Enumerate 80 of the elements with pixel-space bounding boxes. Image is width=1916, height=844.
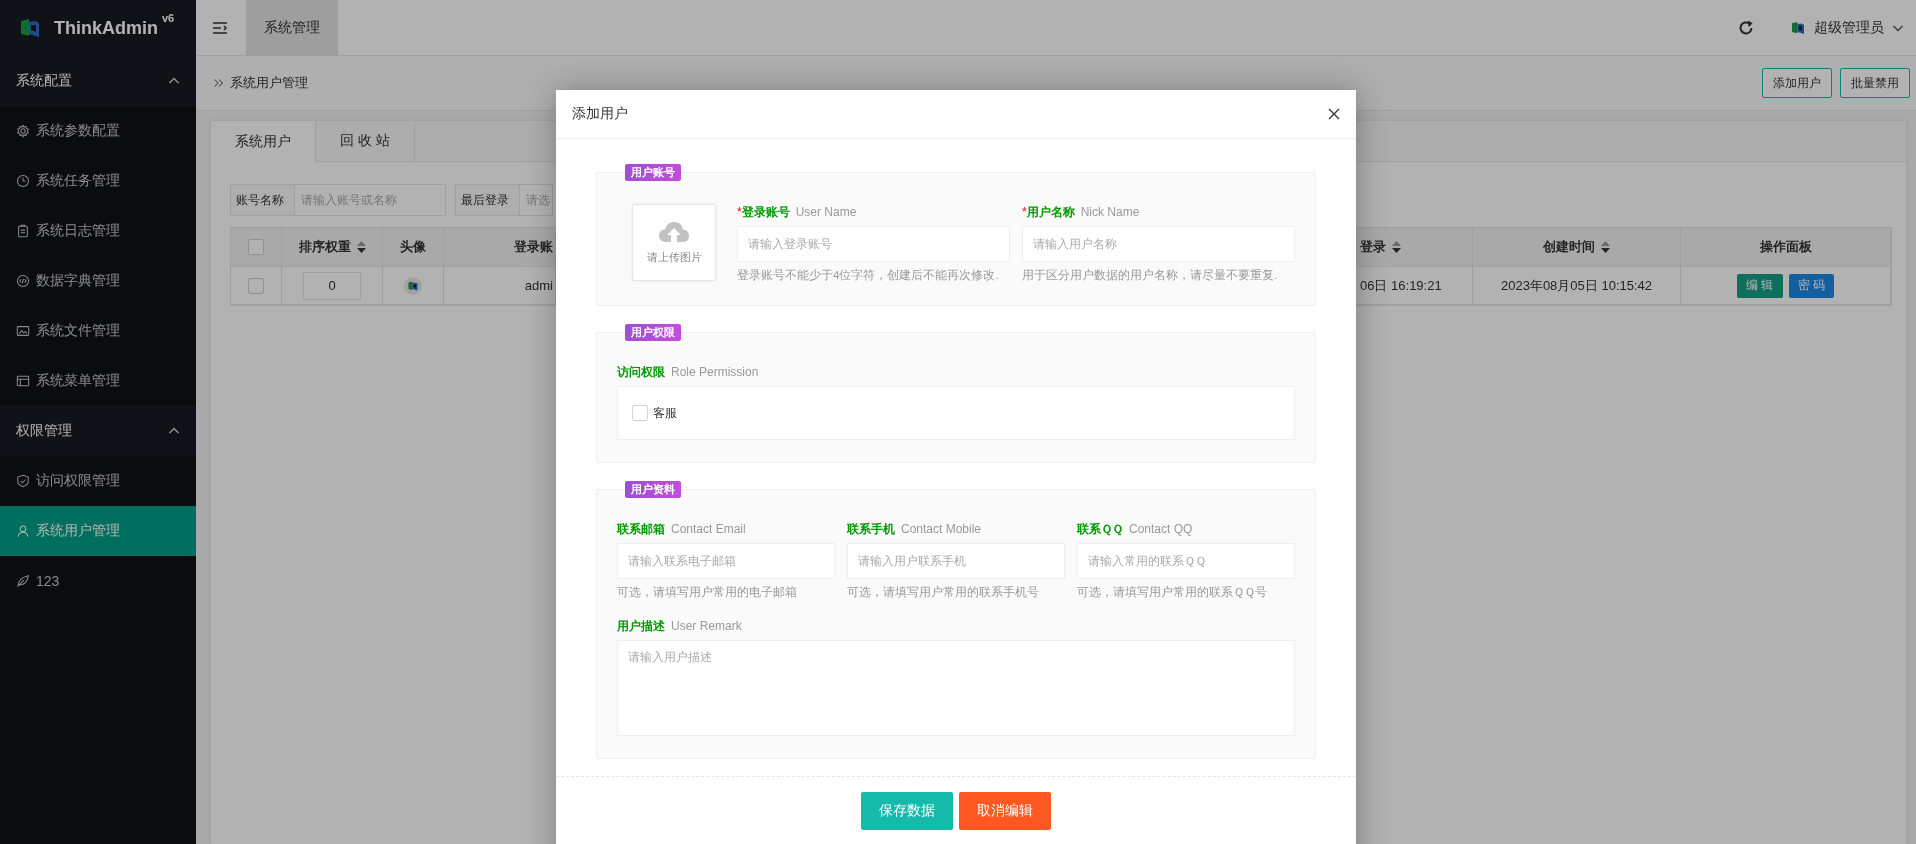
section-badge: 用户账号: [625, 164, 681, 181]
field-label: 用户描述: [617, 618, 665, 635]
column-header: 登录: [1360, 238, 1386, 256]
sidebar-item[interactable]: 123: [0, 556, 196, 606]
shield-icon: [16, 474, 30, 488]
image-icon: [16, 324, 30, 338]
required-mark: *: [737, 205, 742, 219]
field-hint: 登录账号不能少于4位字符，创建后不能再次修改.: [737, 268, 1000, 283]
clock-icon: [16, 174, 30, 188]
checkbox[interactable]: [248, 239, 264, 255]
refresh-icon[interactable]: [1738, 19, 1754, 36]
field-label: 用户名称: [1026, 204, 1075, 221]
field-sublabel: User Remark: [671, 619, 742, 633]
field-hint: 可选，请填写用户常用的联系手机号: [847, 585, 1040, 600]
sidebar-item[interactable]: 系统菜单管理: [0, 356, 196, 406]
column-header: 登录账: [514, 238, 553, 256]
toolbar-button[interactable]: 添加用户: [1762, 68, 1832, 98]
logo-icon: [18, 16, 42, 40]
column-header: 头像: [400, 238, 426, 256]
nav-tab[interactable]: 系统管理: [246, 0, 338, 56]
filter-label: 账号名称: [230, 184, 295, 216]
field-sublabel: Role Permission: [671, 365, 759, 379]
field-hint: 用于区分用户数据的用户名称，请尽量不要重复.: [1022, 268, 1279, 283]
checkbox[interactable]: [248, 277, 264, 294]
sidebar-item[interactable]: 系统用户管理: [0, 506, 196, 556]
sort-icon[interactable]: [356, 241, 366, 253]
gear-icon: [16, 124, 30, 138]
sidebar-item[interactable]: 访问权限管理: [0, 456, 196, 506]
sidebar-item[interactable]: 系统文件管理: [0, 306, 196, 356]
edit-button[interactable]: 编 辑: [1737, 273, 1783, 298]
sidebar-item[interactable]: 数据字典管理: [0, 256, 196, 306]
menu-icon[interactable]: [212, 20, 228, 35]
field-sublabel: Nick Name: [1080, 205, 1140, 219]
column-header: 创建时间: [1543, 238, 1595, 256]
field-label: 联系邮箱: [617, 521, 665, 538]
checkbox[interactable]: [632, 405, 648, 421]
cancel-button[interactable]: 取消编辑: [959, 792, 1051, 830]
close-icon[interactable]: [1328, 108, 1340, 120]
required-mark: *: [1022, 205, 1027, 219]
column-header: 排序权重: [298, 238, 351, 256]
breadcrumb: 系统用户管理: [230, 74, 308, 92]
field-sublabel: Contact Mobile: [901, 522, 982, 536]
table-cell: 2023年08月05日 10:15:42: [1473, 267, 1681, 305]
cloud-upload-icon: [658, 220, 690, 244]
sidebar-item[interactable]: 系统日志管理: [0, 206, 196, 256]
field-label: 联系手机: [847, 521, 895, 538]
field-sublabel: Contact QQ: [1129, 522, 1193, 536]
checkbox-label: 客服: [653, 404, 677, 422]
sidebar-group[interactable]: 权限管理: [0, 406, 196, 456]
window-icon: [16, 374, 30, 388]
user-menu[interactable]: 超级管理员: [1790, 18, 1904, 37]
dialog-title: 添加用户: [572, 105, 628, 123]
tab[interactable]: 回 收 站: [316, 121, 415, 161]
clipboard-icon: [16, 224, 30, 238]
section-badge: 用户资料: [625, 481, 681, 498]
section-badge: 用户权限: [625, 324, 681, 341]
double-chevron-icon: [212, 76, 226, 90]
column-header: 操作面板: [1759, 238, 1812, 256]
logo-icon: [1790, 19, 1806, 36]
field-hint: 可选，请填写用户常用的电子邮箱: [617, 585, 798, 600]
field-label: 联系ＱＱ: [1077, 521, 1123, 538]
toolbar-button[interactable]: 批量禁用: [1840, 68, 1910, 98]
field-label: 访问权限: [617, 364, 665, 381]
sidebar-item[interactable]: 系统任务管理: [0, 156, 196, 206]
code-icon: [16, 274, 30, 288]
filter-label: 最后登录: [455, 184, 520, 216]
field-sublabel: User Name: [795, 205, 857, 219]
sort-input[interactable]: 0: [303, 271, 361, 300]
tab[interactable]: 系统用户: [211, 121, 316, 162]
sort-icon[interactable]: [1601, 241, 1610, 253]
sidebar-item[interactable]: 系统参数配置: [0, 106, 196, 156]
sidebar-group[interactable]: 系统配置: [0, 56, 196, 106]
field-sublabel: Contact Email: [671, 522, 746, 536]
user-icon: [16, 524, 30, 538]
field-label: 登录账号: [741, 204, 790, 221]
password-button[interactable]: 密 码: [1788, 273, 1834, 298]
field-hint: 可选，请填写用户常用的联系ＱＱ号: [1077, 585, 1268, 600]
sort-icon[interactable]: [1392, 241, 1401, 253]
image-upload[interactable]: 请上传图片: [632, 204, 716, 281]
leaf-icon: [16, 574, 30, 588]
